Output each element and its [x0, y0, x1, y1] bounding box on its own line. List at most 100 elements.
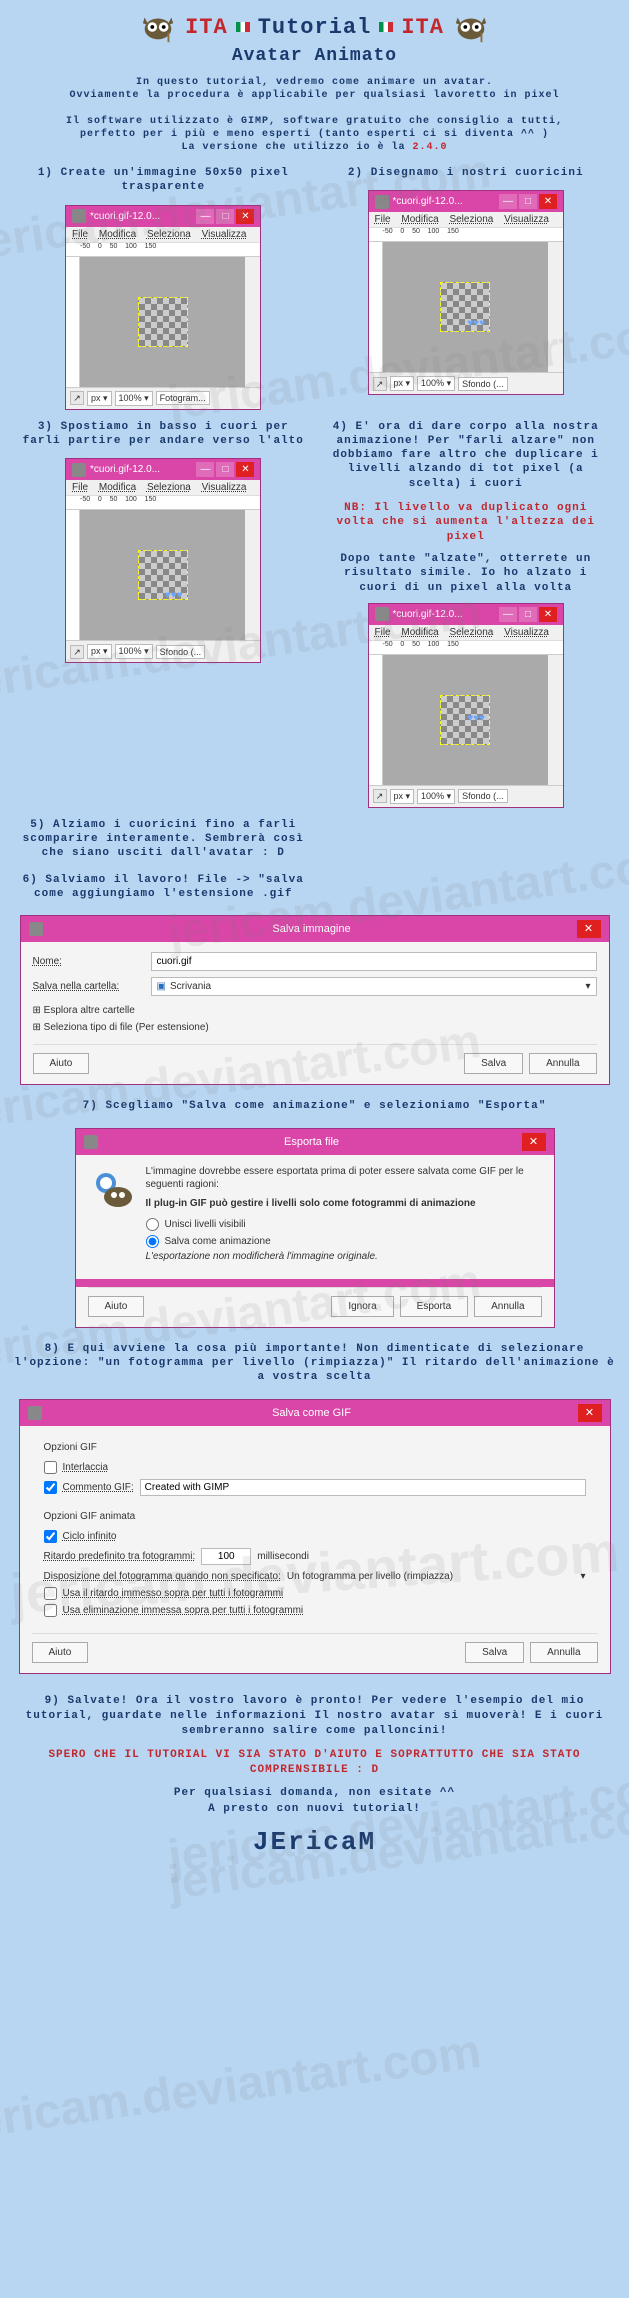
layer-select[interactable]: Sfondo (... [458, 789, 508, 803]
help-button[interactable]: Aiuto [88, 1296, 145, 1317]
use-disp-checkbox[interactable] [44, 1604, 57, 1617]
layer-select[interactable]: Sfondo (... [458, 377, 508, 391]
name-label: Nome: [33, 956, 143, 967]
app-icon [29, 922, 43, 936]
nav-arrow[interactable]: ↗ [70, 391, 84, 405]
canvas[interactable]: ♥♥♥ [383, 655, 548, 785]
gimp-window-3: *cuori.gif-12.0... — □ ✕ File Modifica S… [65, 458, 261, 663]
menu-visualizza[interactable]: Visualizza [202, 482, 247, 493]
folder-icon: ▣ [157, 981, 166, 992]
hearts-icon: ♥♥♥ [467, 318, 485, 329]
menu-file[interactable]: File [375, 627, 391, 638]
step-4-title: 4) E' ora di dare corpo alla nostra anim… [315, 414, 618, 497]
merge-layers-radio[interactable] [146, 1218, 159, 1231]
menu-visualizza[interactable]: Visualizza [202, 229, 247, 240]
minimize-button[interactable]: — [196, 209, 214, 224]
maximize-button[interactable]: □ [216, 462, 234, 477]
maximize-button[interactable]: □ [519, 607, 537, 622]
canvas[interactable]: ♥♥♥ [383, 242, 548, 372]
folder-select[interactable]: ▣ Scrivania ▾ [151, 977, 597, 996]
close-button[interactable]: ✕ [539, 607, 557, 622]
step-7-title: 7) Scegliamo "Salva come animazione" e s… [0, 1093, 629, 1119]
canvas[interactable]: ♥♥♥ [80, 510, 245, 640]
transparent-layer [138, 297, 188, 347]
zoom-select[interactable]: 100% ▾ [115, 644, 153, 659]
menu-visualizza[interactable]: Visualizza [504, 214, 549, 225]
zoom-select[interactable]: 100% ▾ [417, 789, 455, 804]
step-1-title: 1) Create un'immagine 50x50 pixel traspa… [12, 160, 315, 201]
save-button[interactable]: Salva [465, 1642, 524, 1663]
export-dialog: Esporta file ✕ L'immagine dovrebbe esser… [75, 1128, 555, 1328]
zoom-select[interactable]: 100% ▾ [417, 376, 455, 391]
menu-modifica[interactable]: Modifica [99, 482, 136, 493]
comment-checkbox[interactable] [44, 1481, 57, 1494]
canvas[interactable] [80, 257, 245, 387]
filename-input[interactable] [151, 952, 597, 971]
help-button[interactable]: Aiuto [33, 1053, 90, 1074]
step-9-title: 9) Salvate! Ora il vostro lavoro è pront… [20, 1694, 609, 1740]
use-delay-checkbox[interactable] [44, 1587, 57, 1600]
minimize-button[interactable]: — [499, 607, 517, 622]
menu-file[interactable]: File [72, 482, 88, 493]
zoom-select[interactable]: 100% ▾ [115, 391, 153, 406]
maximize-button[interactable]: □ [216, 209, 234, 224]
chevron-down-icon: ▾ [585, 981, 590, 992]
export-button[interactable]: Esporta [400, 1296, 468, 1317]
italy-flag-icon [236, 22, 250, 32]
save-animation-radio[interactable] [146, 1235, 159, 1248]
minimize-button[interactable]: — [499, 194, 517, 209]
footer-line1: Per qualsiasi domanda, non esitate ^^ [20, 1786, 609, 1801]
interlace-checkbox[interactable] [44, 1461, 57, 1474]
menu-file[interactable]: File [375, 214, 391, 225]
cancel-button[interactable]: Annulla [529, 1053, 596, 1074]
menu-modifica[interactable]: Modifica [401, 214, 438, 225]
menu-seleziona[interactable]: Seleziona [147, 229, 191, 240]
nav-arrow[interactable]: ↗ [70, 645, 84, 659]
maximize-button[interactable]: □ [519, 194, 537, 209]
menu-visualizza[interactable]: Visualizza [504, 627, 549, 638]
close-button[interactable]: ✕ [578, 1404, 602, 1422]
close-button[interactable]: ✕ [522, 1133, 546, 1151]
close-button[interactable]: ✕ [539, 194, 557, 209]
close-button[interactable]: ✕ [577, 920, 601, 938]
disposition-select[interactable]: Un fotogramma per livello (rimpiazza) ▾ [287, 1571, 586, 1582]
transparent-layer: ♥♥♥ [440, 282, 490, 332]
expand-filetype[interactable]: Seleziona tipo di file (Per estensione) [33, 1019, 597, 1036]
unit-select[interactable]: px ▾ [390, 376, 415, 391]
menu-modifica[interactable]: Modifica [99, 229, 136, 240]
layer-select[interactable]: Sfondo (... [156, 645, 206, 659]
menu-modifica[interactable]: Modifica [401, 627, 438, 638]
ignore-button[interactable]: Ignora [331, 1296, 393, 1317]
close-button[interactable]: ✕ [236, 462, 254, 477]
close-button[interactable]: ✕ [236, 209, 254, 224]
unit-select[interactable]: px ▾ [87, 644, 112, 659]
nav-arrow[interactable]: ↗ [373, 377, 387, 391]
loop-checkbox[interactable] [44, 1530, 57, 1543]
export-msg2: Il plug-in GIF può gestire i livelli sol… [146, 1197, 542, 1210]
save-button[interactable]: Salva [464, 1053, 523, 1074]
comment-label: Commento GIF: [63, 1482, 134, 1493]
layer-select[interactable]: Fotogram... [156, 391, 210, 405]
help-button[interactable]: Aiuto [32, 1642, 89, 1663]
menu-seleziona[interactable]: Seleziona [147, 482, 191, 493]
unit-select[interactable]: px ▾ [87, 391, 112, 406]
nav-arrow[interactable]: ↗ [373, 789, 387, 803]
comment-input[interactable] [140, 1479, 586, 1496]
cancel-button[interactable]: Annulla [474, 1296, 541, 1317]
intro-text: In questo tutorial, vedremo come animare… [0, 70, 629, 160]
gif-anim-heading: Opzioni GIF animata [44, 1511, 586, 1522]
menu-file[interactable]: File [72, 229, 88, 240]
hearts-icon: ♥♥♥ [165, 590, 183, 601]
gimp-window-2: *cuori.gif-12.0... — □ ✕ File Modifica S… [368, 190, 564, 395]
unit-select[interactable]: px ▾ [390, 789, 415, 804]
subtitle: Avatar Animato [0, 46, 629, 66]
window-title: *cuori.gif-12.0... [393, 609, 497, 620]
expand-browse[interactable]: Esplora altre cartelle [33, 1002, 597, 1019]
app-icon [84, 1135, 98, 1149]
menu-seleziona[interactable]: Seleziona [449, 214, 493, 225]
menu-seleziona[interactable]: Seleziona [449, 627, 493, 638]
minimize-button[interactable]: — [196, 462, 214, 477]
watermark: jericam.deviantart.com [0, 2024, 484, 2151]
delay-input[interactable] [201, 1548, 251, 1565]
cancel-button[interactable]: Annulla [530, 1642, 597, 1663]
